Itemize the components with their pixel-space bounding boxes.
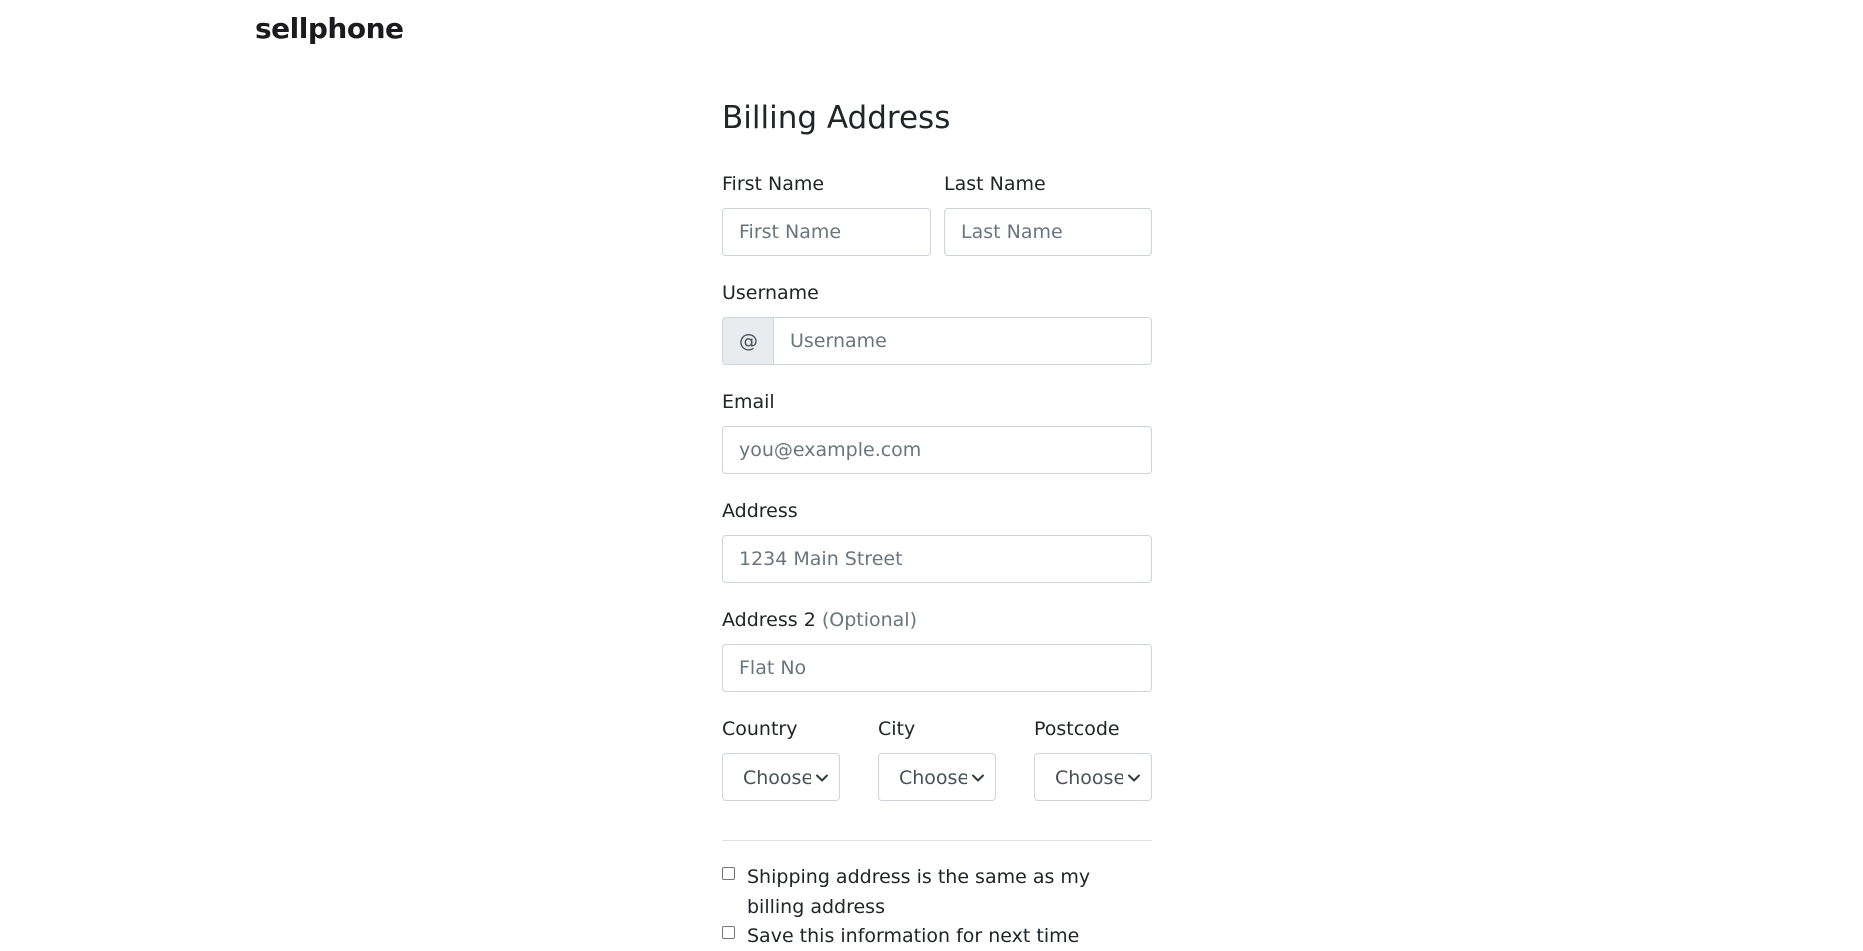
- first-name-label: First Name: [722, 173, 825, 195]
- city-label: City: [878, 718, 916, 740]
- postcode-select-value: Choose...: [1055, 767, 1123, 789]
- save-info-checkbox[interactable]: [722, 926, 735, 939]
- same-shipping-checkbox[interactable]: [722, 867, 735, 880]
- address-label: Address: [722, 500, 798, 522]
- save-info-label: Save this information for next time: [747, 925, 1080, 947]
- address2-label: Address 2 (Optional): [722, 608, 917, 632]
- email-input[interactable]: [722, 426, 1152, 474]
- chevron-down-icon: [972, 774, 984, 782]
- country-label: Country: [722, 718, 798, 740]
- optional-hint: (Optional): [821, 609, 918, 631]
- chevron-down-icon: [1128, 774, 1140, 782]
- city-select[interactable]: Choose...: [878, 753, 996, 801]
- page-title: Billing Address: [722, 100, 951, 136]
- last-name-label: Last Name: [944, 173, 1046, 195]
- country-select[interactable]: Choose...: [722, 753, 840, 801]
- first-name-input[interactable]: [722, 208, 931, 256]
- postcode-label: Postcode: [1034, 718, 1120, 740]
- email-label: Email: [722, 391, 775, 413]
- address2-label-text: Address 2: [722, 609, 816, 631]
- address-input[interactable]: [722, 535, 1152, 583]
- postcode-select[interactable]: Choose...: [1034, 753, 1152, 801]
- section-divider: [722, 840, 1152, 841]
- chevron-down-icon: [816, 774, 828, 782]
- last-name-input[interactable]: [944, 208, 1152, 256]
- address2-input[interactable]: [722, 644, 1152, 692]
- username-label: Username: [722, 282, 819, 304]
- same-shipping-label: Shipping address is the same as my billi…: [747, 866, 1091, 918]
- username-input[interactable]: [773, 317, 1152, 365]
- username-prefix: @: [722, 317, 774, 365]
- country-select-value: Choose...: [743, 767, 811, 789]
- city-select-value: Choose...: [899, 767, 967, 789]
- brand-logo[interactable]: sellphone: [255, 12, 404, 45]
